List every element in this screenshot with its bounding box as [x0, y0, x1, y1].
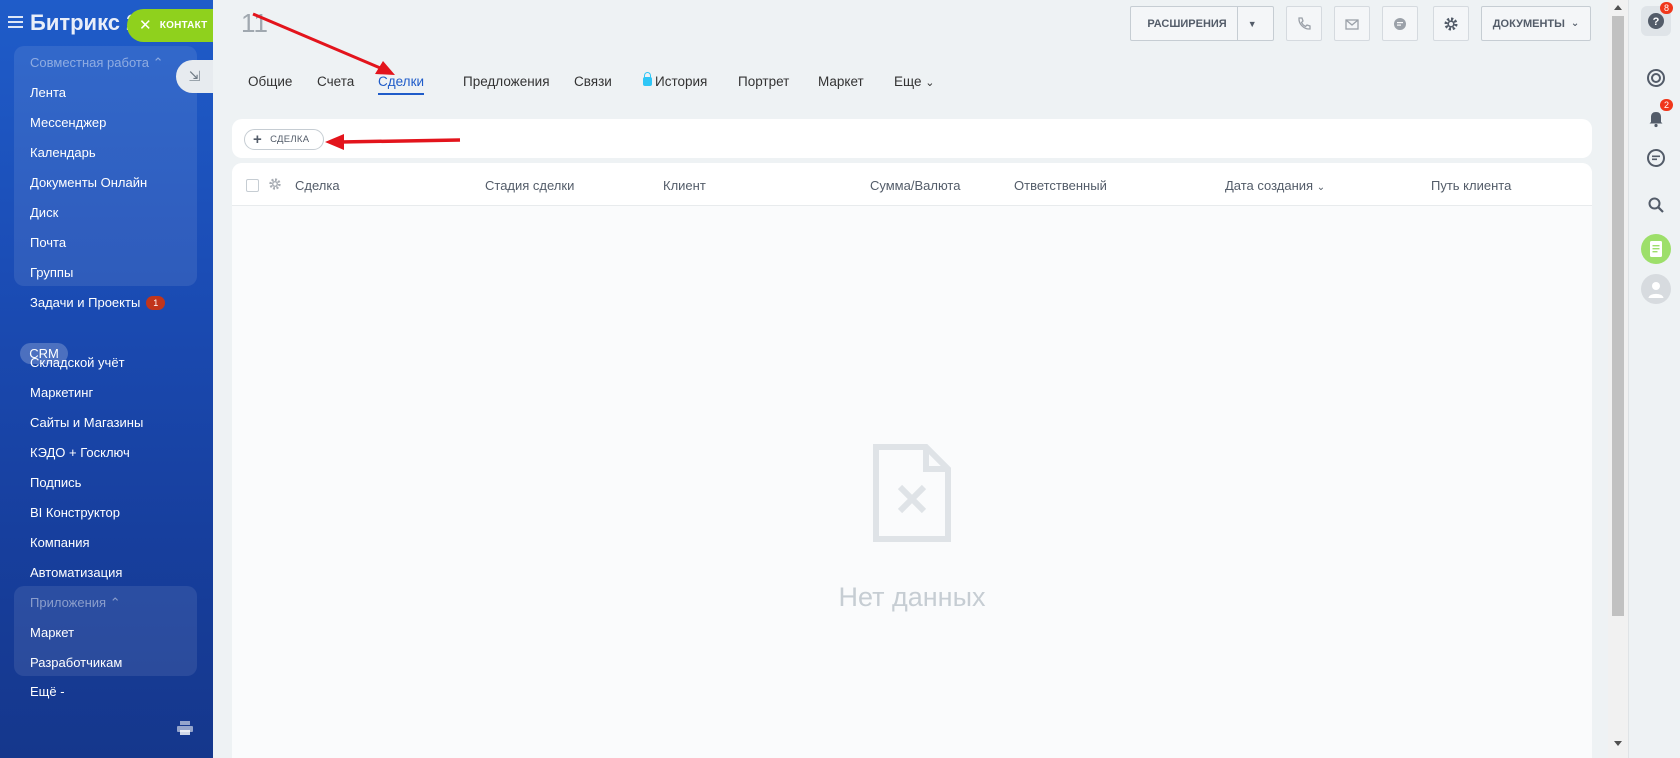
gear-icon	[1444, 17, 1458, 30]
help-icon: ?	[1648, 13, 1664, 29]
notes-icon	[1650, 241, 1662, 257]
sidebar-item-disk[interactable]: Диск	[30, 205, 58, 220]
sidebar-group-collaboration	[14, 46, 197, 286]
tab-general[interactable]: Общие	[248, 74, 292, 89]
sidebar-item-mail[interactable]: Почта	[30, 235, 66, 250]
tab-portrait[interactable]: Портрет	[738, 74, 789, 89]
documents-button[interactable]: ДОКУМЕНТЫ ⌄	[1481, 6, 1591, 41]
empty-document-icon	[873, 444, 951, 542]
plus-icon: +	[253, 131, 263, 148]
sort-desc-icon: ⌄	[1316, 182, 1326, 193]
copilot-button[interactable]	[1641, 63, 1671, 93]
sticky-note-button[interactable]	[1641, 234, 1671, 264]
close-contact-button[interactable]: ✕ КОНТАКТ	[127, 9, 213, 42]
chevron-down-icon: ⌄	[1570, 18, 1580, 29]
sidebar-item-automation[interactable]: Автоматизация	[30, 565, 122, 580]
chevron-down-icon: ⌄	[925, 77, 935, 89]
tab-deals[interactable]: Сделки	[378, 74, 425, 95]
sidebar-item-calendar[interactable]: Календарь	[30, 145, 96, 160]
sidebar: Битрикс 24 Совместная работа ⌃ Лента Мес…	[0, 0, 213, 758]
column-stage[interactable]: Стадия сделки	[485, 178, 574, 193]
sidebar-item-groups[interactable]: Группы	[30, 265, 73, 280]
caret-down-icon: ▼	[1247, 18, 1257, 29]
page-title: 11	[241, 8, 268, 38]
sidebar-item-documents-online[interactable]: Документы Онлайн	[30, 175, 147, 190]
svg-text:?: ?	[1653, 16, 1660, 28]
sidebar-item-sites[interactable]: Сайты и Магазины	[30, 415, 143, 430]
tab-more[interactable]: Еще ⌄	[894, 74, 934, 89]
page-scrollbar[interactable]	[1608, 0, 1628, 758]
printer-icon[interactable]	[177, 721, 193, 735]
tab-relations[interactable]: Связи	[574, 74, 612, 89]
search-button[interactable]	[1641, 190, 1671, 220]
chat-button[interactable]	[1382, 6, 1418, 41]
tab-market[interactable]: Маркет	[818, 74, 864, 89]
phone-icon	[1298, 16, 1311, 30]
column-responsible[interactable]: Ответственный	[1014, 178, 1107, 193]
column-customer-journey[interactable]: Путь клиента	[1431, 178, 1511, 193]
select-all-checkbox[interactable]	[246, 179, 259, 192]
chat-icon	[1647, 149, 1665, 167]
bell-icon	[1649, 112, 1663, 128]
sidebar-item-tasks[interactable]: Задачи и Проекты 1	[30, 295, 166, 310]
sidebar-item-more[interactable]: Ещё -	[30, 684, 65, 699]
sidebar-item-market[interactable]: Маркет	[30, 625, 74, 640]
tab-quotes[interactable]: Предложения	[463, 74, 550, 89]
scrollbar-thumb[interactable]	[1612, 16, 1624, 616]
user-icon	[1648, 282, 1664, 298]
right-rail: ? 8 2	[1628, 0, 1680, 758]
sidebar-item-warehouse[interactable]: Складской учёт	[30, 355, 125, 370]
chevron-up-icon: ⌃	[152, 55, 164, 70]
mail-icon	[1345, 18, 1359, 30]
grid-header: Сделка Стадия сделки Клиент Сумма/Валюта…	[232, 163, 1592, 206]
grid-toolbar: + СДЕЛКА	[232, 119, 1592, 158]
notifications-badge: 2	[1659, 99, 1673, 111]
tab-history[interactable]: История	[643, 72, 707, 89]
deals-grid: Сделка Стадия сделки Клиент Сумма/Валюта…	[232, 163, 1592, 758]
email-button[interactable]	[1334, 6, 1370, 41]
close-icon: ✕	[139, 17, 152, 34]
search-icon	[1648, 197, 1664, 213]
sidebar-item-sign[interactable]: Подпись	[30, 475, 81, 490]
sidebar-group-title-apps[interactable]: Приложения ⌃	[30, 595, 121, 611]
sidebar-item-marketing[interactable]: Маркетинг	[30, 385, 93, 400]
column-deal[interactable]: Сделка	[295, 178, 340, 193]
sidebar-item-feed[interactable]: Лента	[30, 85, 66, 100]
help-badge: 8	[1659, 2, 1673, 14]
sidebar-item-developers[interactable]: Разработчикам	[30, 655, 122, 670]
sidebar-item-kedo[interactable]: КЭДО + Госключ	[30, 445, 130, 460]
extensions-button[interactable]: РАСШИРЕНИЯ ▼	[1130, 6, 1274, 41]
messenger-button[interactable]	[1641, 143, 1671, 173]
empty-state-text: Нет данных	[838, 582, 986, 612]
add-deal-button[interactable]: + СДЕЛКА	[244, 129, 324, 150]
column-created[interactable]: Дата создания ⌄	[1225, 178, 1325, 193]
main-content: 11 РАСШИРЕНИЯ ▼ ДОКУМЕНТЫ ⌄ Общие Счета …	[213, 0, 1628, 758]
menu-icon[interactable]	[8, 16, 23, 28]
column-client[interactable]: Клиент	[663, 178, 706, 193]
call-button[interactable]	[1286, 6, 1322, 41]
arrow-collapse-icon: ⇲	[188, 68, 201, 84]
help-button[interactable]: ? 8	[1641, 2, 1673, 36]
user-avatar[interactable]	[1641, 274, 1671, 304]
chevron-up-icon: ⌃	[109, 595, 121, 610]
scroll-down-arrow[interactable]	[1614, 741, 1622, 746]
chat-icon	[1394, 17, 1406, 30]
scroll-up-arrow[interactable]	[1614, 5, 1622, 10]
tab-invoices[interactable]: Счета	[317, 74, 354, 89]
gear-icon[interactable]	[268, 177, 282, 191]
settings-button[interactable]	[1433, 6, 1469, 41]
sidebar-item-bi[interactable]: BI Конструктор	[30, 505, 120, 520]
tasks-counter-badge: 1	[146, 296, 166, 310]
sidebar-item-messenger[interactable]: Мессенджер	[30, 115, 106, 130]
column-amount[interactable]: Сумма/Валюта	[870, 178, 960, 193]
sidebar-item-company[interactable]: Компания	[30, 535, 90, 550]
copilot-icon	[1647, 69, 1665, 87]
collapse-panel-button[interactable]: ⇲	[176, 60, 213, 93]
lock-icon	[643, 72, 652, 86]
notifications-button[interactable]: 2	[1641, 99, 1673, 133]
sidebar-group-title[interactable]: Совместная работа ⌃	[30, 55, 163, 71]
